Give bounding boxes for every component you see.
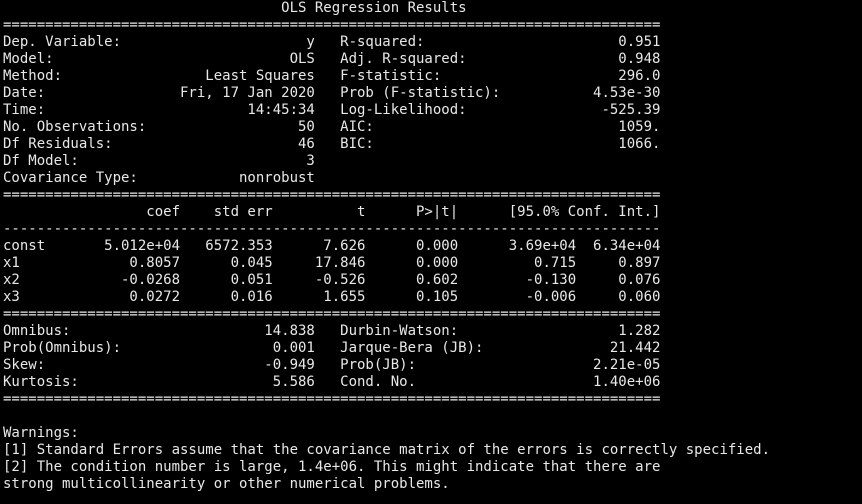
summary-row-observations: No. Observations: 50 AIC: 1059. [3,119,661,135]
warning-1: [1] Standard Errors assume that the cova… [3,442,771,458]
warning-2-continued: strong multicollinearity or other numeri… [3,476,450,492]
summary-row-df-residuals: Df Residuals: 46 BIC: 1066. [3,136,661,152]
summary-row-covariance: Covariance Type: nonrobust [3,170,661,186]
summary-row-date: Date: Fri, 17 Jan 2020 Prob (F-statistic… [3,85,661,101]
separator-double: ========================================… [3,391,661,407]
coef-row-x2: x2 -0.0268 0.051 -0.526 0.602 -0.130 0.0… [3,272,661,288]
separator-double: ========================================… [3,306,661,322]
coef-table-header: coef std err t P>|t| [95.0% Conf. Int.] [3,204,661,220]
terminal-window[interactable]: OLS Regression Results =================… [0,0,862,504]
diag-row-omnibus: Omnibus: 14.838 Durbin-Watson: 1.282 [3,323,661,339]
separator-dashed: ----------------------------------------… [3,221,661,237]
summary-row-time: Time: 14:45:34 Log-Likelihood: -525.39 [3,102,661,118]
summary-row-model: Model: OLS Adj. R-squared: 0.948 [3,51,661,67]
warnings-heading: Warnings: [3,425,79,441]
summary-row-method: Method: Least Squares F-statistic: 296.0 [3,68,661,84]
coef-row-x3: x3 0.0272 0.016 1.655 0.105 -0.006 0.060 [3,289,661,305]
summary-row-df-model: Df Model: 3 [3,153,661,169]
summary-row-dep-variable: Dep. Variable: y R-squared: 0.951 [3,34,661,50]
warning-2: [2] The condition number is large, 1.4e+… [3,459,661,475]
coef-row-const: const 5.012e+04 6572.353 7.626 0.000 3.6… [3,238,661,254]
separator-double: ========================================… [3,187,661,203]
coef-row-x1: x1 0.8057 0.045 17.846 0.000 0.715 0.897 [3,255,661,271]
separator-double: ========================================… [3,17,661,33]
diag-row-kurtosis: Kurtosis: 5.586 Cond. No. 1.40e+06 [3,374,661,390]
diag-row-prob-omnibus: Prob(Omnibus): 0.001 Jarque-Bera (JB): 2… [3,340,661,356]
regression-title: OLS Regression Results [3,0,703,16]
diag-row-skew: Skew: -0.949 Prob(JB): 2.21e-05 [3,357,661,373]
